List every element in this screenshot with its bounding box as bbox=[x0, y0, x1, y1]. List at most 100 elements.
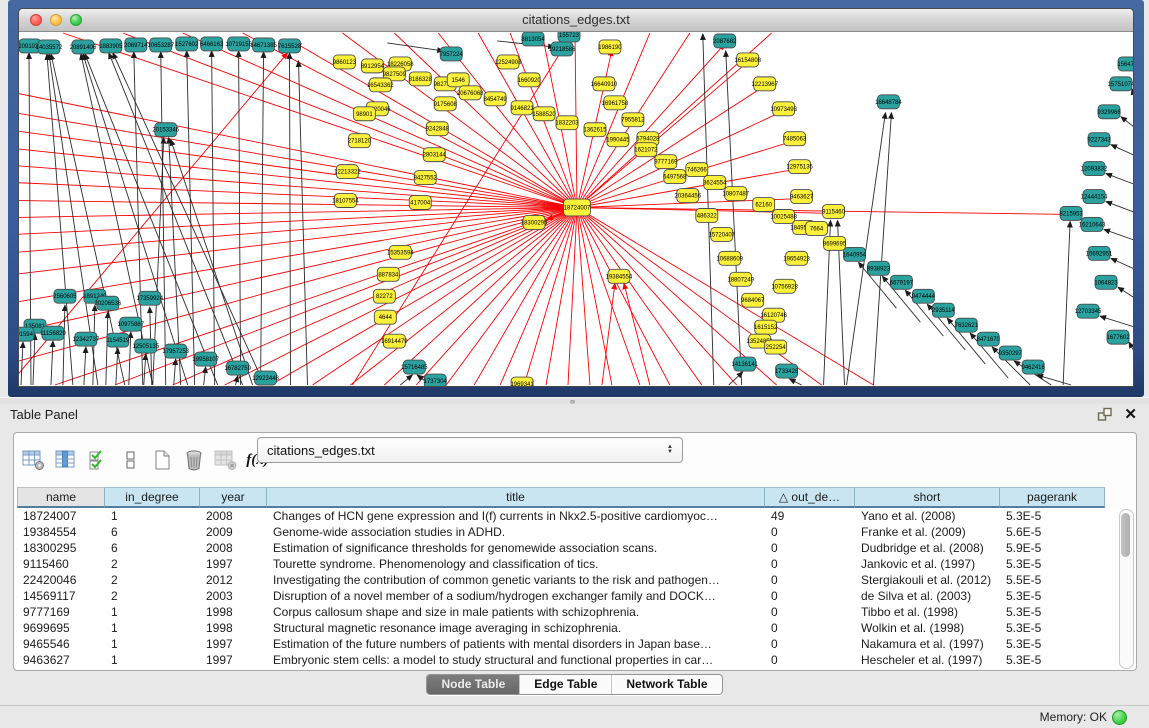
graph-node-label: 16914479 bbox=[381, 339, 408, 345]
table-cell: 0 bbox=[765, 620, 855, 636]
graph-edge bbox=[19, 208, 577, 275]
table-cell: 6 bbox=[105, 540, 200, 556]
graph-node-label: 8454749 bbox=[484, 97, 508, 103]
table-cell: 5.3E-5 bbox=[1000, 636, 1105, 652]
graph-node-label: 9463627 bbox=[790, 195, 814, 201]
graph-node-label: 16640910 bbox=[591, 82, 618, 88]
graph-node-label: 8427552 bbox=[414, 176, 438, 182]
table-row[interactable]: 2242004622012Investigating the contribut… bbox=[17, 572, 1122, 588]
graph-node-label: 1527602 bbox=[175, 42, 199, 48]
table-row[interactable]: 969969511998Structural magnetic resonanc… bbox=[17, 620, 1122, 636]
graph-node-label: 16961758 bbox=[602, 101, 629, 107]
table-cell: 1997 bbox=[200, 636, 267, 652]
graph-node-label: 12524908 bbox=[495, 60, 522, 66]
table-cell: 14569117 bbox=[17, 588, 105, 604]
table-cell: Investigating the contribution of common… bbox=[267, 572, 765, 588]
scrollbar-thumb[interactable] bbox=[1121, 513, 1130, 557]
graph-edge bbox=[416, 208, 577, 385]
table-cell: 1 bbox=[105, 620, 200, 636]
graph-node-label: 391594 bbox=[19, 332, 34, 338]
table-cell: 9699695 bbox=[17, 620, 105, 636]
float-panel-icon[interactable] bbox=[1097, 407, 1113, 423]
graph-node-label: 10973493 bbox=[770, 107, 797, 113]
graph-node-label: 9474444 bbox=[912, 294, 936, 300]
table-row[interactable]: 1830029562008Estimation of significance … bbox=[17, 540, 1122, 556]
graph-node-label: 7485063 bbox=[783, 137, 807, 143]
column-header-year[interactable]: year bbox=[200, 487, 267, 508]
table-row[interactable]: 1938455462009Genome-wide association stu… bbox=[17, 524, 1122, 540]
table-cell: 9465546 bbox=[17, 636, 105, 652]
table-cell: 5.6E-5 bbox=[1000, 524, 1105, 540]
table-cell: Stergiakouli et al. (2012) bbox=[855, 572, 1000, 588]
table-row[interactable]: 977716911998Corpus callosum shape and si… bbox=[17, 604, 1122, 620]
table-mode-icon[interactable] bbox=[20, 447, 47, 473]
table-row[interactable]: 1872400712008Changes of HCN gene express… bbox=[17, 508, 1122, 524]
tab-network-table[interactable]: Network Table bbox=[611, 675, 721, 694]
column-header-in_degree[interactable]: in_degree bbox=[105, 487, 200, 508]
table-row[interactable]: 946554611997Estimation of the future num… bbox=[17, 636, 1122, 652]
show-columns-icon[interactable] bbox=[52, 447, 79, 473]
table-row[interactable]: 946362711997Embryonic stem cells: a mode… bbox=[17, 652, 1122, 668]
graph-edge bbox=[19, 149, 577, 208]
tab-edge-table[interactable]: Edge Table bbox=[519, 675, 611, 694]
graph-node-label: 1986190 bbox=[598, 45, 622, 51]
graph-node-label: 1362615 bbox=[583, 128, 607, 134]
graph-node-label: 887834 bbox=[378, 272, 399, 278]
graph-edge bbox=[290, 53, 291, 385]
graph-node-label: 17957253 bbox=[162, 349, 189, 355]
graph-node-label: 7664 bbox=[810, 226, 824, 232]
table-cell: 22420046 bbox=[17, 572, 105, 588]
column-header-short[interactable]: short bbox=[855, 487, 1000, 508]
graph-edge bbox=[115, 208, 577, 385]
table-cell: 6 bbox=[105, 524, 200, 540]
column-header-pagerank[interactable]: pagerank bbox=[1000, 487, 1105, 508]
column-header-name[interactable]: name bbox=[17, 487, 105, 508]
table-cell: 0 bbox=[765, 636, 855, 652]
table-row[interactable]: 911546021997Tourette syndrome. Phenomeno… bbox=[17, 556, 1122, 572]
column-header-out_de[interactable]: △ out_de… bbox=[765, 487, 855, 508]
delete-column-icon[interactable] bbox=[180, 447, 207, 473]
graph-edge bbox=[174, 359, 176, 385]
graph-edge bbox=[1100, 316, 1133, 327]
graph-node-label: 20364456 bbox=[675, 194, 702, 200]
graph-edge bbox=[1106, 202, 1133, 213]
graph-edge bbox=[19, 208, 577, 303]
graph-edge bbox=[1111, 145, 1133, 156]
graph-node-label: 9329966 bbox=[1097, 110, 1121, 116]
graph-node-label: 2087682 bbox=[713, 39, 737, 45]
table-toolbar: f(x) bbox=[20, 443, 276, 477]
graph-node-label: 2718120 bbox=[348, 139, 372, 145]
table-selector-dropdown[interactable]: citations_edges.txt ▲▼ bbox=[257, 437, 683, 463]
close-panel-icon[interactable]: ✕ bbox=[1124, 405, 1137, 423]
select-columns-icon[interactable] bbox=[84, 447, 111, 473]
table-cell: 1997 bbox=[200, 556, 267, 572]
graph-node-label: 12703345 bbox=[1075, 309, 1102, 315]
column-header-title[interactable]: title bbox=[267, 487, 765, 508]
table-cell: 2008 bbox=[200, 540, 267, 556]
delete-table-icon[interactable] bbox=[212, 447, 239, 473]
table-cell: Tibbo et al. (1998) bbox=[855, 604, 1000, 620]
vertical-scrollbar[interactable] bbox=[1119, 509, 1134, 669]
table-row[interactable]: 1456911722003Disruption of a novel membe… bbox=[17, 588, 1122, 604]
table-cell: 9463627 bbox=[17, 652, 105, 668]
graph-node-label: 1588520 bbox=[532, 112, 556, 118]
tab-node-table[interactable]: Node Table bbox=[427, 675, 519, 694]
graph-node-label: 1615152 bbox=[754, 325, 778, 331]
graph-node-label: 16210643 bbox=[1079, 222, 1106, 228]
table-cell: 5.3E-5 bbox=[1000, 620, 1105, 636]
graph-node-label: 12093832 bbox=[1081, 167, 1108, 173]
graph-edge bbox=[1121, 117, 1133, 128]
graph-edge bbox=[51, 341, 53, 385]
row-options-icon[interactable] bbox=[116, 447, 143, 473]
graph-edge bbox=[144, 354, 146, 385]
graph-node-label: 2069714 bbox=[124, 43, 148, 49]
graph-node-label: 1677602 bbox=[1106, 335, 1130, 341]
graph-node-label: 14035572 bbox=[36, 45, 63, 51]
graph-node-label: 20891406 bbox=[70, 45, 97, 51]
network-canvas[interactable]: 2091029140355722089140618839052069714106… bbox=[19, 32, 1133, 386]
graph-node-label: 10975887 bbox=[118, 322, 145, 328]
graph-edge bbox=[577, 208, 670, 385]
graph-node-label: 19218586 bbox=[549, 47, 576, 53]
new-column-icon[interactable] bbox=[148, 447, 175, 473]
graph-node-label: 11156829 bbox=[40, 331, 66, 337]
